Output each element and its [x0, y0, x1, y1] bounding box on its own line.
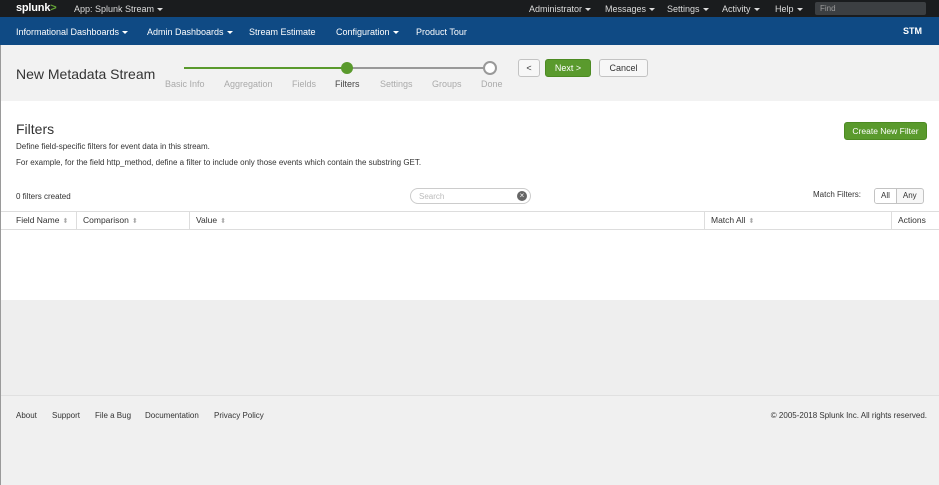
footer-link-about[interactable]: About: [16, 411, 37, 420]
filter-count: 0 filters created: [16, 192, 71, 201]
find-placeholder: Find: [820, 4, 836, 13]
menu-label: Settings: [667, 4, 700, 14]
chevron-down-icon: [796, 8, 803, 12]
clear-icon[interactable]: ×: [517, 191, 527, 201]
filters-panel: Filters Define field-specific filters fo…: [1, 101, 939, 300]
match-filters-label: Match Filters:: [813, 190, 862, 199]
menu-label: Messages: [605, 4, 647, 14]
nav-configuration[interactable]: Configuration: [336, 27, 399, 37]
section-description: Define field-specific filters for event …: [16, 142, 210, 151]
step-filters: Filters: [335, 79, 360, 89]
column-label: Value: [196, 215, 218, 225]
search-placeholder: Search: [419, 192, 445, 201]
step-fields: Fields: [292, 79, 317, 89]
menu-messages[interactable]: Messages: [605, 4, 656, 14]
sort-icon: ⬍: [131, 218, 138, 225]
wizard-header: New Metadata Stream Basic Info Aggregati…: [0, 45, 939, 101]
app-menu[interactable]: App: Splunk Stream: [74, 4, 164, 14]
column-value[interactable]: Value ⬍: [190, 212, 705, 229]
chevron-down-icon: [585, 8, 592, 12]
column-label: Actions: [898, 215, 926, 225]
menu-label: Help: [775, 4, 794, 14]
chevron-down-icon: [392, 31, 399, 35]
logo-text: splunk: [16, 2, 51, 14]
step-done: Done: [481, 79, 503, 89]
match-filters-toggle: All Any: [874, 188, 924, 204]
menu-label: Administrator: [529, 4, 583, 14]
nav-stream-estimate[interactable]: Stream Estimate: [249, 27, 316, 37]
menu-activity[interactable]: Activity: [722, 4, 760, 14]
app-menu-label: App: Splunk Stream: [74, 4, 155, 14]
logo-mark: >: [50, 2, 57, 14]
chevron-down-icon: [753, 8, 760, 12]
step-groups: Groups: [432, 79, 462, 89]
system-bar: splunk> App: Splunk Stream Administrator…: [0, 0, 939, 17]
page-title: New Metadata Stream: [16, 66, 156, 82]
create-new-filter-button[interactable]: Create New Filter: [844, 122, 927, 140]
progress-completed: [184, 67, 344, 69]
sort-icon: ⬍: [748, 218, 755, 225]
chevron-down-icon: [226, 31, 233, 35]
search-input[interactable]: Search ×: [410, 188, 531, 204]
menu-administrator[interactable]: Administrator: [529, 4, 592, 14]
column-comparison[interactable]: Comparison ⬍: [77, 212, 190, 229]
nav-label: Product Tour: [416, 27, 467, 37]
chevron-down-icon: [649, 8, 656, 12]
chevron-down-icon: [702, 8, 709, 12]
current-step-marker: [341, 62, 353, 74]
copyright: © 2005-2018 Splunk Inc. All rights reser…: [770, 411, 927, 420]
footer-link-privacy-policy[interactable]: Privacy Policy: [214, 411, 264, 420]
column-actions: Actions: [892, 212, 939, 229]
nav-informational-dashboards[interactable]: Informational Dashboards: [16, 27, 129, 37]
column-label: Field Name: [16, 215, 60, 225]
match-any-option[interactable]: Any: [897, 189, 923, 203]
section-heading: Filters: [16, 121, 55, 137]
footer-link-documentation[interactable]: Documentation: [145, 411, 199, 420]
column-label: Match All: [711, 215, 746, 225]
menu-label: Activity: [722, 4, 751, 14]
column-field-name[interactable]: Field Name ⬍: [1, 212, 77, 229]
nav-label: Configuration: [336, 27, 390, 37]
nav-admin-dashboards[interactable]: Admin Dashboards: [147, 27, 233, 37]
next-button[interactable]: Next >: [545, 59, 591, 77]
match-all-option[interactable]: All: [875, 189, 897, 203]
column-match-all[interactable]: Match All ⬍: [705, 212, 892, 229]
progress-remaining: [350, 67, 484, 69]
splunk-logo[interactable]: splunk>: [16, 2, 57, 14]
step-basic-info: Basic Info: [165, 79, 205, 89]
sort-icon: ⬍: [62, 218, 69, 225]
app-nav-bar: Informational Dashboards Admin Dashboard…: [0, 17, 939, 45]
done-step-marker: [483, 61, 497, 75]
nav-label: Admin Dashboards: [147, 27, 224, 37]
back-button[interactable]: <: [518, 59, 540, 77]
find-input[interactable]: Find: [815, 2, 926, 15]
footer-link-support[interactable]: Support: [52, 411, 80, 420]
nav-product-tour[interactable]: Product Tour: [416, 27, 467, 37]
column-label: Comparison: [83, 215, 129, 225]
cancel-button[interactable]: Cancel: [599, 59, 648, 77]
nav-label: Stream Estimate: [249, 27, 316, 37]
chevron-down-icon: [157, 8, 164, 12]
menu-help[interactable]: Help: [775, 4, 803, 14]
menu-settings[interactable]: Settings: [667, 4, 709, 14]
filters-table-header: Field Name ⬍ Comparison ⬍ Value ⬍ Match All…: [1, 211, 939, 230]
step-aggregation: Aggregation: [224, 79, 273, 89]
nav-label: Informational Dashboards: [16, 27, 120, 37]
app-badge: STM: [903, 26, 922, 36]
chevron-down-icon: [122, 31, 129, 35]
sort-icon: ⬍: [220, 218, 226, 225]
footer-link-file-a-bug[interactable]: File a Bug: [95, 411, 131, 420]
section-example: For example, for the field http_method, …: [16, 158, 422, 167]
footer: About Support File a Bug Documentation P…: [1, 395, 939, 485]
step-settings: Settings: [380, 79, 413, 89]
